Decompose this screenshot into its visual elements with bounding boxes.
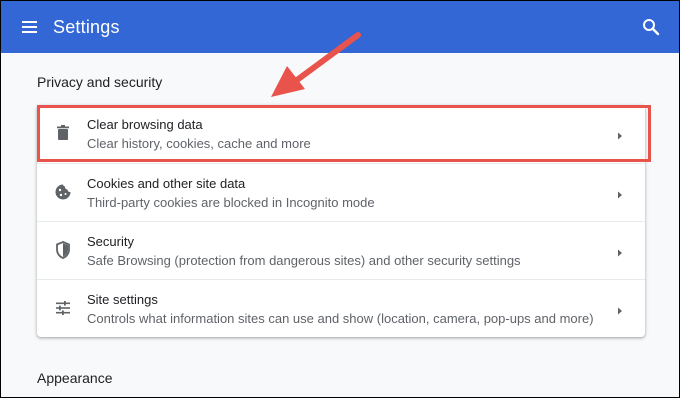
security-row[interactable]: Security Safe Browsing (protection from … bbox=[37, 221, 645, 279]
chevron-right-icon bbox=[615, 245, 625, 257]
row-title: Security bbox=[87, 234, 134, 249]
page-title: Settings bbox=[53, 17, 120, 37]
row-subtitle: Clear history, cookies, cache and more bbox=[87, 136, 311, 151]
privacy-section-title: Privacy and security bbox=[37, 74, 163, 90]
search-icon[interactable] bbox=[639, 15, 663, 39]
appearance-section-title: Appearance bbox=[37, 370, 113, 386]
top-app-bar: Settings bbox=[1, 1, 679, 53]
row-title: Clear browsing data bbox=[87, 117, 203, 132]
row-subtitle: Controls what information sites can use … bbox=[87, 311, 594, 326]
row-title: Site settings bbox=[87, 292, 158, 307]
privacy-card: Clear browsing data Clear history, cooki… bbox=[37, 105, 645, 337]
site-settings-row[interactable]: Site settings Controls what information … bbox=[37, 279, 645, 337]
clear-browsing-data-row[interactable]: Clear browsing data Clear history, cooki… bbox=[37, 105, 645, 163]
hamburger-menu-icon[interactable] bbox=[19, 15, 43, 39]
cookies-row[interactable]: Cookies and other site data Third-party … bbox=[37, 163, 645, 221]
row-title: Cookies and other site data bbox=[87, 176, 246, 191]
settings-window: Settings Privacy and security Clear brow… bbox=[0, 0, 680, 398]
row-subtitle: Safe Browsing (protection from dangerous… bbox=[87, 253, 521, 268]
sliders-icon bbox=[53, 298, 73, 318]
cookie-icon bbox=[53, 182, 73, 202]
trash-icon bbox=[53, 123, 73, 143]
row-subtitle: Third-party cookies are blocked in Incog… bbox=[87, 195, 375, 210]
chevron-right-icon bbox=[615, 128, 625, 140]
shield-icon bbox=[53, 240, 73, 260]
chevron-right-icon bbox=[615, 303, 625, 315]
chevron-right-icon bbox=[615, 187, 625, 199]
